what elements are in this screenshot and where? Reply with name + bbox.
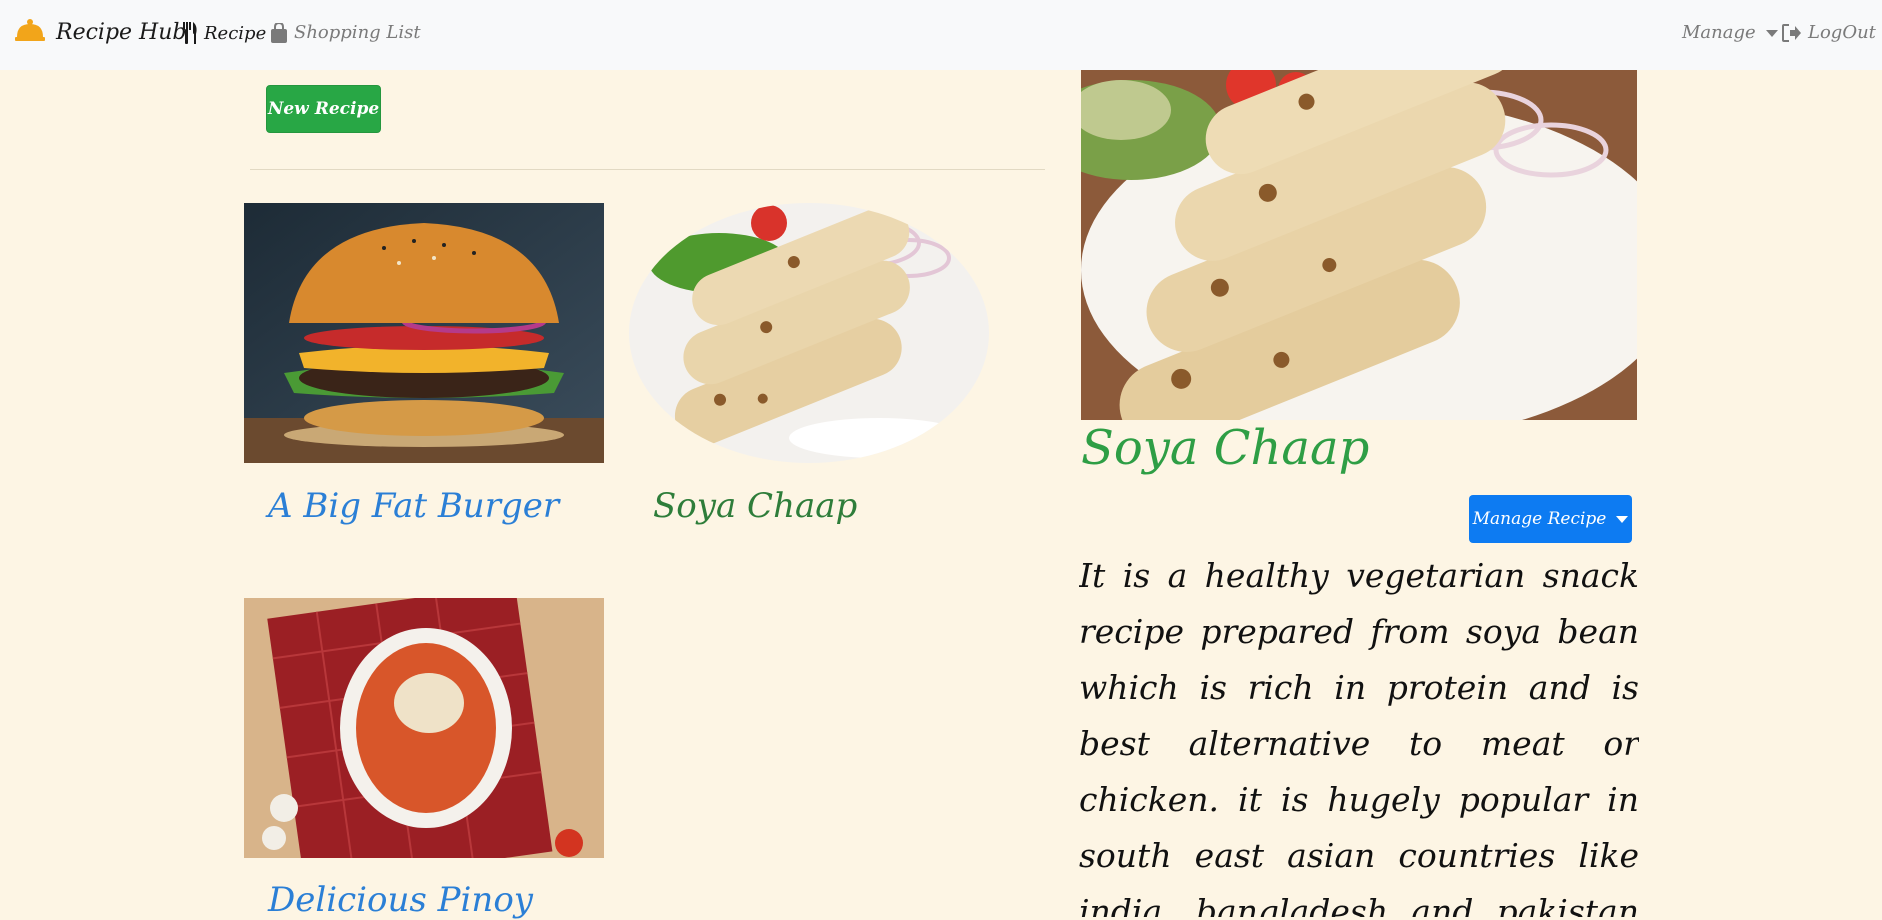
detail-description: It is a healthy vegetarian snack recipe … <box>1079 556 1639 917</box>
manage-recipe-label: Manage Recipe <box>1472 509 1607 529</box>
sign-out-icon <box>1782 23 1802 42</box>
brand[interactable]: Recipe Hub <box>14 16 186 48</box>
brand-name: Recipe Hub <box>56 19 187 45</box>
chevron-down-icon <box>1765 30 1778 37</box>
nav-shopping-label: Shopping List <box>294 22 421 43</box>
navbar: Recipe Hub Recipe Shopping List Manage L… <box>0 0 1882 70</box>
manage-recipe-button[interactable]: Manage Recipe <box>1469 495 1632 543</box>
nav-logout[interactable]: LogOut <box>1782 22 1876 43</box>
cloche-icon <box>14 16 46 48</box>
nav-manage-dropdown[interactable]: Manage <box>1682 22 1778 43</box>
nav-logout-label: LogOut <box>1808 22 1876 43</box>
spaghetti-image[interactable] <box>244 598 604 858</box>
burger-image[interactable] <box>244 203 604 463</box>
nav-shopping-list[interactable]: Shopping List <box>270 22 421 43</box>
new-recipe-button[interactable]: New Recipe <box>266 85 381 133</box>
chevron-down-icon <box>1616 515 1629 523</box>
recipe-title-soya-chaap[interactable]: Soya Chaap <box>653 486 857 526</box>
soya-chaap-image[interactable] <box>629 203 989 463</box>
nav-recipe-label: Recipe <box>204 22 267 44</box>
recipe-title-pinoy[interactable]: Delicious Pinoy <box>268 880 533 920</box>
detail-image <box>1081 70 1637 420</box>
utensils-icon <box>182 22 198 44</box>
divider <box>250 169 1045 170</box>
nav-manage-label: Manage <box>1682 22 1756 43</box>
recipe-title-burger[interactable]: A Big Fat Burger <box>268 486 559 526</box>
nav-recipe[interactable]: Recipe <box>182 22 266 44</box>
shopping-bag-icon <box>270 22 288 43</box>
detail-title: Soya Chaap <box>1081 420 1370 476</box>
